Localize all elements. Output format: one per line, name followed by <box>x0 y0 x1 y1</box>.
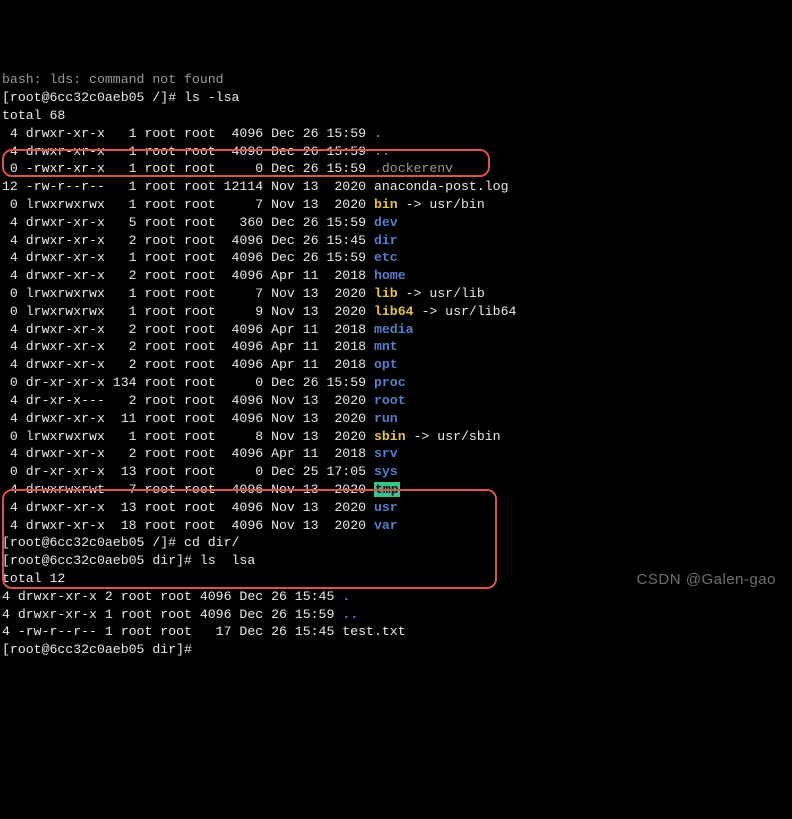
ls-row: 4 drwxrwxrwt 7 root root 4096 Nov 13 202… <box>2 481 790 499</box>
ls-row: 4 drwxr-xr-x 1 root root 4096 Dec 26 15:… <box>2 125 790 143</box>
ls-row: 0 lrwxrwxrwx 1 root root 7 Nov 13 2020 b… <box>2 196 790 214</box>
ls-row: 4 drwxr-xr-x 2 root root 4096 Apr 11 201… <box>2 321 790 339</box>
ls-row: 0 dr-xr-xr-x 134 root root 0 Dec 26 15:5… <box>2 374 790 392</box>
ls-row: 4 drwxr-xr-x 2 root root 4096 Dec 26 15:… <box>2 232 790 250</box>
prompt-idle[interactable]: [root@6cc32c0aeb05 dir]# <box>2 641 790 659</box>
ls-row: 4 drwxr-xr-x 2 root root 4096 Apr 11 201… <box>2 445 790 463</box>
ls-row: 0 dr-xr-xr-x 13 root root 0 Dec 25 17:05… <box>2 463 790 481</box>
ls-row: 12 -rw-r--r-- 1 root root 12114 Nov 13 2… <box>2 178 790 196</box>
prompt-ls-lsa[interactable]: [root@6cc32c0aeb05 /]# ls -lsa <box>2 89 790 107</box>
ls-row: 4 dr-xr-x--- 2 root root 4096 Nov 13 202… <box>2 392 790 410</box>
ls-row: 4 drwxr-xr-x 18 root root 4096 Nov 13 20… <box>2 517 790 535</box>
error-line: bash: lds: command not found <box>2 71 790 89</box>
ls-row: 4 drwxr-xr-x 1 root root 4096 Dec 26 15:… <box>2 143 790 161</box>
ls-row: 4 drwxr-xr-x 2 root root 4096 Apr 11 201… <box>2 267 790 285</box>
prompt-ls-lsa-dir[interactable]: [root@6cc32c0aeb05 dir]# ls lsa <box>2 552 790 570</box>
ls-row: 0 lrwxrwxrwx 1 root root 8 Nov 13 2020 s… <box>2 428 790 446</box>
ls-row: 4 drwxr-xr-x 2 root root 4096 Dec 26 15:… <box>2 588 790 606</box>
ls-row: 0 -rwxr-xr-x 1 root root 0 Dec 26 15:59 … <box>2 160 790 178</box>
ls-row: 4 drwxr-xr-x 2 root root 4096 Apr 11 201… <box>2 356 790 374</box>
ls-row: 4 drwxr-xr-x 2 root root 4096 Apr 11 201… <box>2 338 790 356</box>
ls-row: 0 lrwxrwxrwx 1 root root 7 Nov 13 2020 l… <box>2 285 790 303</box>
total-line: total 68 <box>2 107 790 125</box>
ls-row: 0 lrwxrwxrwx 1 root root 9 Nov 13 2020 l… <box>2 303 790 321</box>
watermark: CSDN @Galen-gao <box>637 570 776 590</box>
ls-row: 4 drwxr-xr-x 5 root root 360 Dec 26 15:5… <box>2 214 790 232</box>
ls-row: 4 drwxr-xr-x 13 root root 4096 Nov 13 20… <box>2 499 790 517</box>
ls-row: 4 drwxr-xr-x 1 root root 4096 Dec 26 15:… <box>2 606 790 624</box>
ls-row: 4 -rw-r--r-- 1 root root 17 Dec 26 15:45… <box>2 623 790 641</box>
ls-row: 4 drwxr-xr-x 11 root root 4096 Nov 13 20… <box>2 410 790 428</box>
ls-row: 4 drwxr-xr-x 1 root root 4096 Dec 26 15:… <box>2 249 790 267</box>
prompt-cd-dir[interactable]: [root@6cc32c0aeb05 /]# cd dir/ <box>2 534 790 552</box>
